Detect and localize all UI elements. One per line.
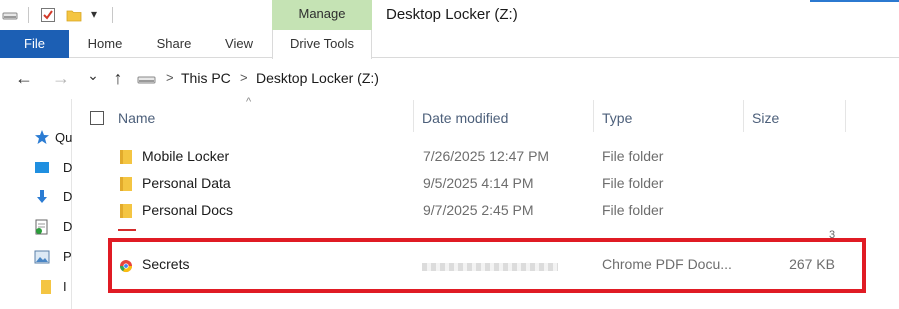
pictures-icon[interactable] (34, 249, 50, 265)
drive-icon (137, 76, 156, 84)
breadcrumb-this-pc[interactable]: This PC (181, 70, 231, 86)
nav-quick-access[interactable]: Qu (55, 130, 72, 145)
column-header-size[interactable]: Size (752, 110, 779, 126)
window-title: Desktop Locker (Z:) (386, 6, 518, 23)
column-divider[interactable] (413, 100, 414, 132)
back-button[interactable]: ← (13, 67, 35, 89)
window-controls[interactable] (810, 0, 899, 2)
column-divider[interactable] (845, 100, 846, 132)
folder-icon (120, 177, 132, 191)
tab-file[interactable]: File (0, 30, 69, 58)
qat-separator (28, 7, 29, 23)
tab-view[interactable]: View (218, 30, 260, 58)
qat-customize-icon[interactable]: ▾ (91, 7, 97, 21)
nav-documents[interactable]: D (63, 219, 72, 234)
properties-icon[interactable] (40, 7, 56, 23)
nav-pictures[interactable]: P (63, 249, 72, 264)
partial-row-icon (118, 229, 136, 231)
new-folder-icon[interactable] (66, 7, 82, 23)
qat-separator (112, 7, 113, 23)
breadcrumb-separator: > (240, 70, 248, 85)
tab-home[interactable]: Home (80, 30, 130, 58)
nav-downloads[interactable]: D (63, 189, 72, 204)
column-header-name[interactable]: Name (118, 110, 155, 126)
file-date-modified: 9/5/2025 4:14 PM (423, 175, 534, 191)
documents-icon[interactable] (34, 219, 50, 235)
folder-icon (120, 150, 132, 164)
file-name: Personal Data (142, 175, 231, 191)
forward-button[interactable]: → (50, 67, 72, 89)
folder-icon (120, 204, 132, 218)
drive-icon[interactable] (2, 7, 18, 23)
column-divider[interactable] (593, 100, 594, 132)
up-button[interactable]: ↑ (107, 67, 129, 89)
breadcrumb-desktop-locker[interactable]: Desktop Locker (Z:) (256, 70, 379, 86)
highlight-box (108, 238, 866, 293)
column-header-date-modified[interactable]: Date modified (422, 110, 508, 126)
recent-locations-button[interactable]: ⌄ (82, 64, 104, 86)
maximize-button-edge (866, 0, 867, 2)
list-item[interactable]: Personal Data 9/5/2025 4:14 PM File fold… (110, 171, 845, 197)
file-name: Personal Docs (142, 202, 234, 218)
downloads-icon[interactable] (34, 189, 50, 205)
select-all-checkbox[interactable] (90, 111, 104, 125)
file-type: File folder (602, 148, 664, 164)
minimize-button-edge (810, 0, 811, 2)
file-date-modified: 7/26/2025 12:47 PM (423, 148, 550, 164)
column-header-type[interactable]: Type (602, 110, 632, 126)
star-icon[interactable] (34, 129, 50, 145)
ribbon-tab-strip (0, 30, 899, 58)
file-date-modified: 9/7/2025 2:45 PM (423, 202, 534, 218)
desktop-icon[interactable] (34, 160, 50, 176)
tab-drive-tools[interactable]: Drive Tools (272, 30, 372, 59)
file-type: File folder (602, 175, 664, 191)
sort-ascending-icon: ^ (246, 96, 252, 108)
list-item[interactable]: Mobile Locker 7/26/2025 12:47 PM File fo… (110, 144, 845, 170)
file-type: File folder (602, 202, 664, 218)
list-item[interactable]: Personal Docs 9/7/2025 2:45 PM File fold… (110, 198, 845, 224)
breadcrumb-separator: > (166, 70, 174, 85)
file-name: Mobile Locker (142, 148, 230, 164)
nav-desktop[interactable]: D (63, 160, 72, 175)
nav-folder[interactable]: I (63, 279, 67, 294)
tab-manage[interactable]: Manage (272, 0, 372, 30)
column-divider[interactable] (743, 100, 744, 132)
folder-icon[interactable] (40, 279, 52, 295)
tab-share[interactable]: Share (150, 30, 198, 58)
